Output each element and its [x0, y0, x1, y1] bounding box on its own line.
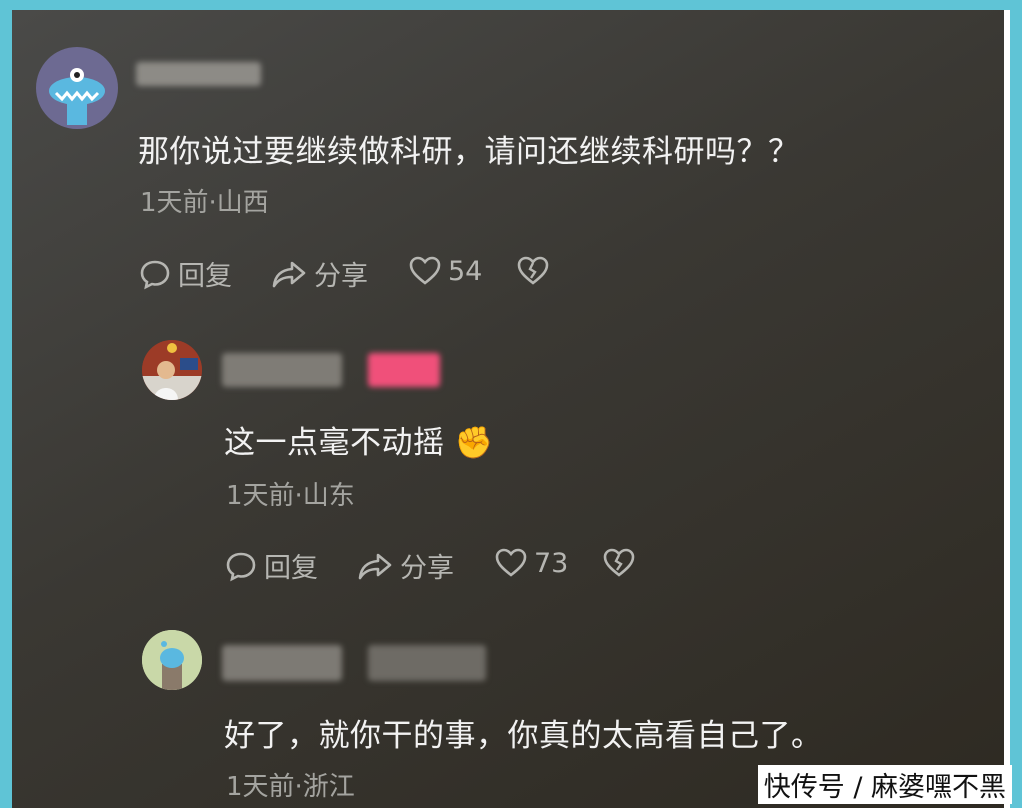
broken-heart-icon: [517, 256, 549, 285]
user-badge-blurred: [368, 353, 440, 387]
avatar[interactable]: [36, 47, 118, 129]
reply-button[interactable]: 回复: [138, 254, 232, 293]
share-icon: [358, 553, 392, 579]
character-avatar-icon: [142, 630, 202, 690]
comment-text: 好了，就你干的事，你真的太高看自己了。: [224, 718, 823, 754]
source-watermark: 快传号 / 麻婆嘿不黑: [757, 765, 1012, 804]
comment-text: 这一点毫不动摇 ✊: [224, 425, 494, 461]
reply-button[interactable]: 回复: [224, 546, 318, 585]
username-blurred[interactable]: [222, 353, 342, 387]
username-blurred[interactable]: [136, 62, 261, 86]
comment-meta: 1天前·山东: [226, 481, 355, 511]
comment-meta: 1天前·山西: [140, 188, 269, 218]
like-button[interactable]: 73: [494, 546, 568, 580]
share-button[interactable]: 分享: [270, 254, 368, 293]
like-count: 54: [448, 255, 483, 287]
like-count: 73: [534, 547, 569, 579]
heart-icon: [409, 256, 441, 285]
avatar[interactable]: [142, 630, 202, 690]
broken-heart-icon: [603, 548, 635, 577]
person-photo-avatar-icon: [142, 340, 202, 400]
user-badge-blurred: [368, 645, 486, 681]
reply-label: 回复: [178, 261, 232, 292]
username-blurred[interactable]: [222, 645, 342, 681]
comment-text: 那你说过要继续做科研，请问还继续科研吗？？: [138, 134, 800, 170]
like-button[interactable]: 54: [408, 254, 482, 288]
reply-icon: [140, 260, 170, 289]
share-icon: [272, 261, 306, 287]
dislike-button[interactable]: [602, 546, 642, 580]
reply-label: 回复: [264, 553, 318, 584]
share-button[interactable]: 分享: [356, 546, 454, 585]
share-label: 分享: [400, 553, 454, 584]
dislike-button[interactable]: [516, 254, 556, 288]
comment-panel: 那你说过要继续做科研，请问还继续科研吗？？ 1天前·山西 回复 分享 54 这一…: [12, 10, 1004, 808]
avatar[interactable]: [142, 340, 202, 400]
monster-avatar-icon: [49, 68, 105, 125]
reply-icon: [226, 552, 256, 581]
share-label: 分享: [314, 261, 368, 292]
heart-icon: [495, 548, 527, 577]
comment-meta: 1天前·浙江: [226, 772, 355, 802]
